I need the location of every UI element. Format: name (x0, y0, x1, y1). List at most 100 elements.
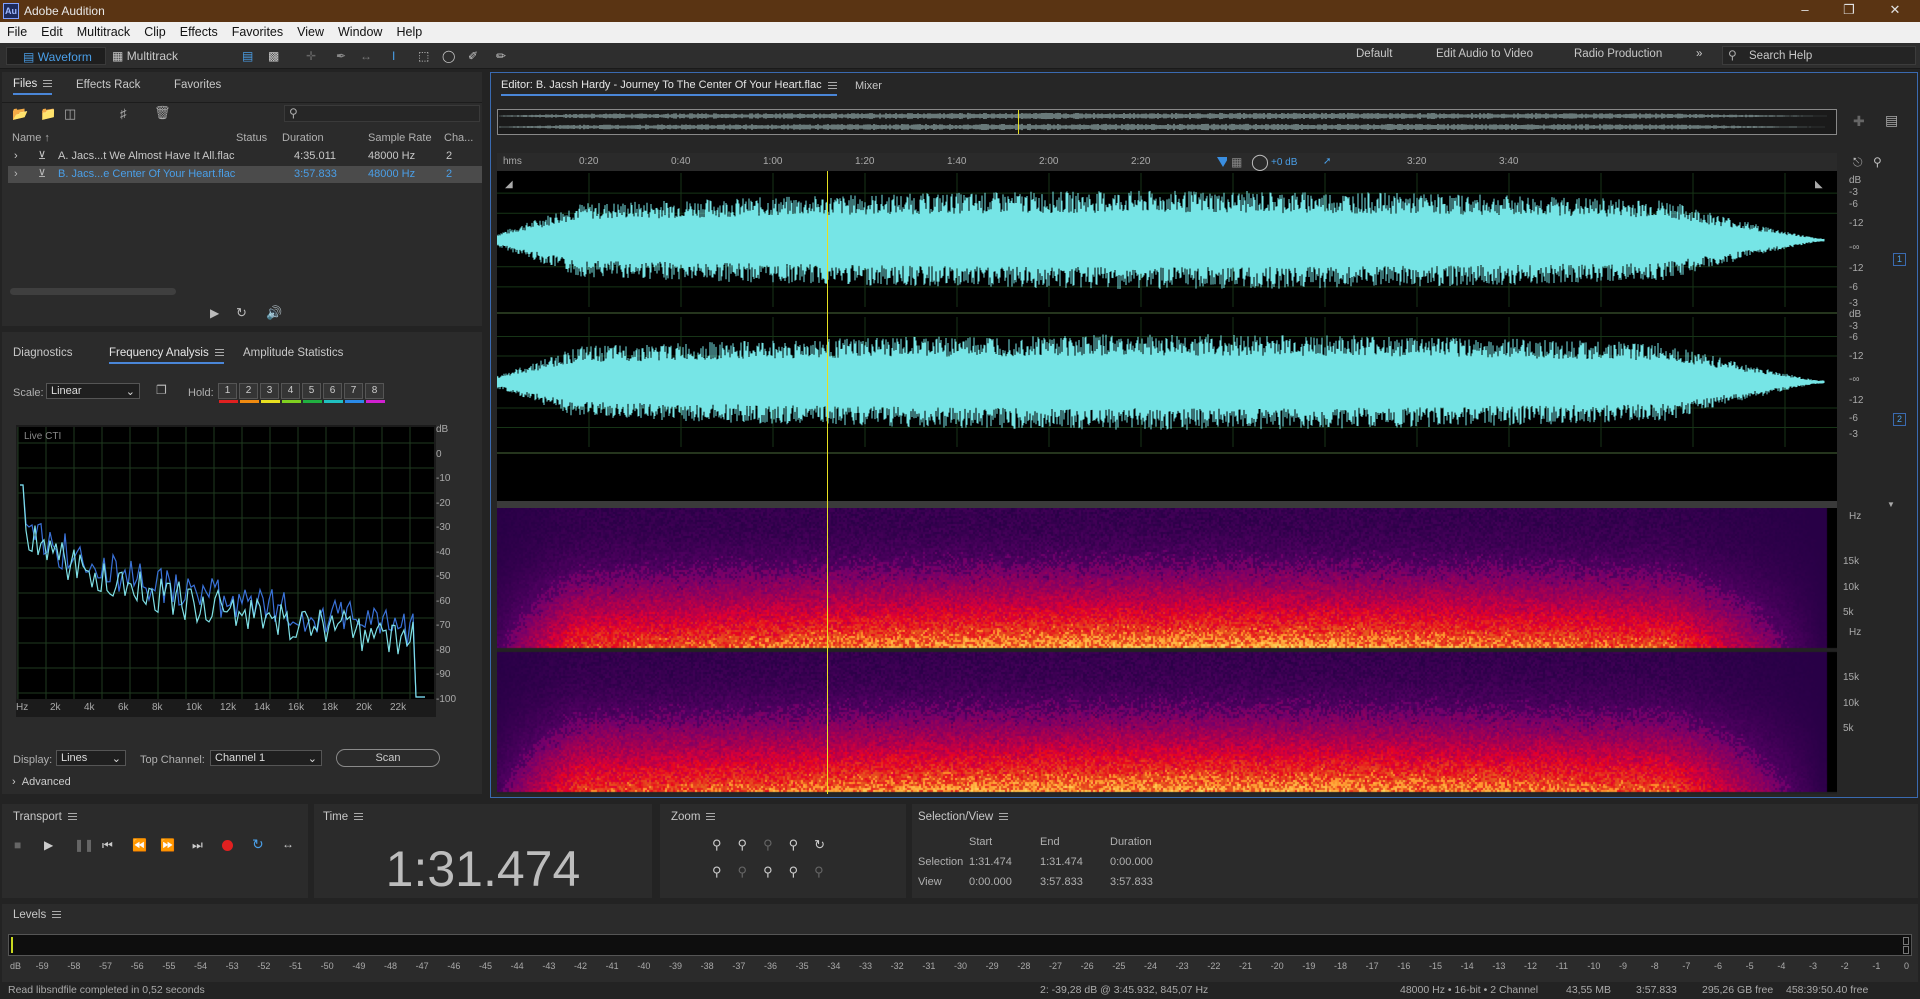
brush-tool-icon[interactable]: ✐ (468, 47, 478, 65)
slip-tool-icon[interactable]: ↔ (360, 47, 372, 65)
hold-button-4[interactable]: 4 (281, 383, 301, 403)
menu-multitrack[interactable]: Multitrack (70, 22, 137, 39)
panel-menu-icon[interactable] (999, 813, 1009, 821)
advanced-toggle[interactable]: › Advanced (12, 776, 71, 788)
tab-diagnostics[interactable]: Diagnostics (13, 347, 72, 359)
view-duration[interactable]: 3:57.833 (1110, 876, 1153, 888)
spectral-view-icon[interactable]: ▩ (268, 47, 279, 65)
channel-2-badge[interactable]: 2 (1893, 413, 1906, 426)
tab-editor[interactable]: Editor: B. Jacsh Hardy - Journey To The … (501, 79, 837, 96)
new-file-icon[interactable]: ◫ (64, 106, 76, 122)
hold-button-2[interactable]: 2 (239, 383, 259, 403)
menu-window[interactable]: Window (331, 22, 389, 39)
delete-icon[interactable]: 🗑 (154, 105, 171, 121)
zoom-out-point-icon[interactable]: ⚲ (789, 864, 815, 879)
workspace-edit-audio-to-video[interactable]: Edit Audio to Video (1436, 48, 1533, 60)
panel-menu-icon[interactable] (706, 813, 716, 821)
play-icon[interactable]: ▶ (44, 838, 53, 852)
column-channels[interactable]: Cha... (444, 132, 473, 144)
maximize-button[interactable]: ❐ (1826, 2, 1872, 18)
menu-effects[interactable]: Effects (173, 22, 225, 39)
expand-icon[interactable]: › (14, 150, 18, 162)
waveform-button[interactable]: ▤ Waveform (6, 47, 106, 65)
scan-button[interactable]: Scan (336, 749, 440, 767)
expand-icon[interactable]: › (14, 168, 18, 180)
volume-knob-icon[interactable]: ◯ (1251, 152, 1269, 172)
open-file-icon[interactable]: 📂 (12, 106, 28, 122)
file-row-selected[interactable]: › ⊻ B. Jacs...e Center Of Your Heart.fla… (8, 166, 482, 183)
overview-navigator[interactable] (497, 109, 1837, 135)
top-channel-select[interactable]: Channel 1 ⌄ (210, 750, 322, 766)
frequency-graph[interactable]: Live CTI (16, 425, 436, 717)
column-status[interactable]: Status (236, 132, 267, 144)
zoom-to-selection-icon[interactable]: ⚲ (763, 837, 789, 852)
workspace-radio-production[interactable]: Radio Production (1574, 48, 1662, 60)
column-name[interactable]: Name ↑ (12, 132, 50, 144)
tab-files[interactable]: Files (13, 78, 53, 95)
panel-menu-icon[interactable] (52, 911, 62, 919)
tab-frequency-analysis[interactable]: Frequency Analysis (109, 347, 224, 364)
tab-amplitude-statistics[interactable]: Amplitude Statistics (243, 347, 343, 359)
zoom-selection-icon[interactable]: ⚲ (814, 864, 840, 879)
tab-mixer[interactable]: Mixer (855, 80, 882, 92)
column-sample-rate[interactable]: Sample Rate (368, 132, 432, 144)
more-workspaces-icon[interactable]: » (1696, 48, 1702, 60)
zoom-in-time-icon[interactable]: ⚲ (738, 837, 764, 852)
selection-start[interactable]: 1:31.474 (969, 856, 1012, 868)
workspace-default[interactable]: Default (1356, 48, 1392, 60)
panel-menu-icon[interactable] (354, 813, 364, 821)
menu-clip[interactable]: Clip (137, 22, 173, 39)
menu-file[interactable]: File (0, 22, 34, 39)
view-end[interactable]: 3:57.833 (1040, 876, 1083, 888)
marquee-tool-icon[interactable]: ⬚ (418, 47, 429, 65)
close-button[interactable]: ✕ (1872, 2, 1918, 18)
file-row[interactable]: › ⊻ A. Jacs...t We Almost Have It All.fl… (8, 148, 482, 165)
menu-favorites[interactable]: Favorites (225, 22, 290, 39)
menu-view[interactable]: View (290, 22, 331, 39)
zoom-reset-icon[interactable]: ↻ (814, 837, 841, 852)
spot-healing-tool-icon[interactable]: ✏ (496, 47, 506, 65)
zoom-in-amplitude-icon[interactable]: ⚲ (712, 837, 738, 852)
search-help-field[interactable]: ⚲ Search Help (1722, 46, 1916, 65)
skip-icon[interactable]: ↔ (282, 837, 294, 851)
waveform-fade-out-icon[interactable]: ◣ (1815, 179, 1823, 190)
autoplay-icon[interactable]: 🔊 (266, 305, 282, 321)
waveform-display[interactable] (497, 171, 1837, 501)
hold-button-1[interactable]: 1 (218, 383, 238, 403)
clip-indicator-left[interactable] (1903, 937, 1909, 945)
tab-favorites[interactable]: Favorites (174, 79, 221, 91)
zoom-out-amplitude-icon[interactable]: ⚲ (712, 864, 738, 879)
hold-button-7[interactable]: 7 (344, 383, 364, 403)
hold-button-6[interactable]: 6 (323, 383, 343, 403)
panel-menu-icon[interactable] (43, 80, 53, 88)
toggle-overview-icon[interactable]: ▤ (1885, 112, 1898, 129)
menu-help[interactable]: Help (389, 22, 429, 39)
razor-tool-icon[interactable]: ✒ (336, 47, 346, 65)
horizontal-scrollbar[interactable] (10, 288, 176, 295)
previous-icon[interactable]: ⏮ (102, 838, 113, 853)
hold-button-3[interactable]: 3 (260, 383, 280, 403)
channel-1-badge[interactable]: 1 (1893, 253, 1906, 266)
pin-hud-icon[interactable]: ➚ (1323, 156, 1331, 167)
view-splitter[interactable] (497, 501, 1837, 508)
play-preview-icon[interactable]: ▶ (210, 306, 219, 320)
time-display[interactable]: 1:31.474 (314, 840, 652, 898)
insert-into-multitrack-icon[interactable]: ♯ (120, 106, 127, 121)
current-time-indicator[interactable] (827, 171, 828, 794)
gain-value[interactable]: +0 dB (1271, 157, 1297, 168)
minimize-button[interactable]: – (1782, 2, 1828, 17)
lasso-tool-icon[interactable]: ◯ (442, 47, 455, 65)
loop-icon[interactable]: ↻ (252, 836, 264, 853)
hold-button-5[interactable]: 5 (302, 383, 322, 403)
stop-icon[interactable]: ■ (14, 838, 21, 852)
rewind-icon[interactable]: ⏪ (132, 838, 147, 852)
next-icon[interactable]: ⏭ (192, 838, 203, 853)
files-search-input[interactable]: ⚲ (284, 105, 480, 122)
view-start[interactable]: 0:00.000 (969, 876, 1012, 888)
record-icon[interactable] (222, 840, 233, 851)
hold-button-8[interactable]: 8 (365, 383, 385, 403)
display-select[interactable]: Lines ⌄ (56, 750, 126, 766)
menu-edit[interactable]: Edit (34, 22, 70, 39)
zoom-in-icon[interactable]: ✚ (1853, 113, 1865, 130)
level-meter[interactable] (8, 934, 1912, 956)
